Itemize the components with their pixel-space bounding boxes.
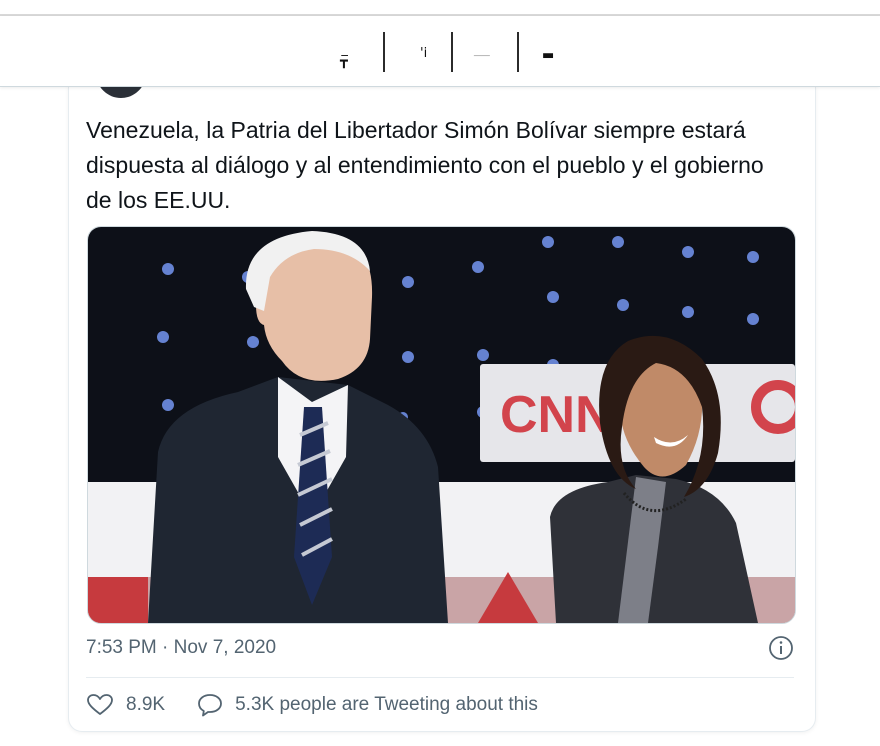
toolbar-glyph-4[interactable]: ▬ (542, 48, 554, 63)
tweeting-count-text: 5.3K people are Tweeting about this (235, 694, 538, 715)
photo-illustration: CNN (88, 227, 795, 623)
toolbar-separator (451, 32, 453, 72)
tweet-actions: 8.9K 5.3K people are Tweeting about this (86, 690, 538, 720)
tweet-photo[interactable]: CNN (87, 226, 796, 624)
top-toolbar: ┳̅ ꞌi ── ▬ (0, 16, 880, 87)
info-icon[interactable] (768, 635, 794, 661)
cnn-sign-text: CNN (500, 386, 613, 444)
like-count: 8.9K (126, 694, 166, 715)
reply-discussion-link[interactable]: 5.3K people are Tweeting about this (197, 693, 538, 717)
like-button[interactable]: 8.9K (86, 693, 165, 717)
tweet-text: Venezuela, la Patria del Libertador Simó… (86, 117, 764, 213)
tweet-timestamp[interactable]: 7:53 PM · Nov 7, 2020 (86, 637, 276, 659)
tweet-divider (86, 677, 794, 678)
heart-icon (87, 694, 113, 715)
toolbar-glyph-2[interactable]: ꞌi (420, 46, 427, 61)
toolbar-glyph-3[interactable]: ── (474, 49, 490, 64)
toolbar-separator (517, 32, 519, 72)
toolbar-separator (383, 32, 385, 72)
speech-bubble-icon (198, 694, 222, 717)
toolbar-glyph-1[interactable]: ┳̅ (340, 54, 348, 69)
